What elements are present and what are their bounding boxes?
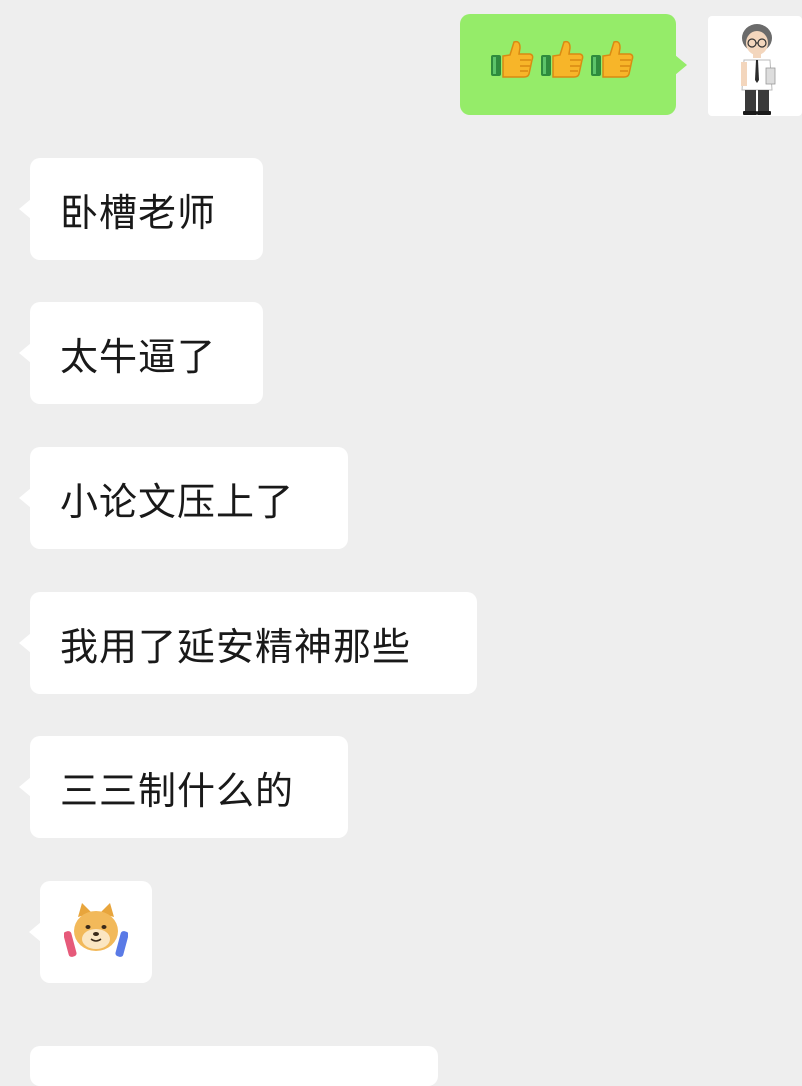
thumbs-up-icon — [541, 40, 584, 78]
message-text: 我用了延安精神那些 — [60, 624, 412, 669]
doge-sticker-icon — [64, 903, 128, 957]
message-text: 太牛逼了 — [60, 334, 217, 379]
thumbs-up-emoji-group — [490, 39, 634, 79]
outgoing-message-bubble[interactable] — [460, 14, 687, 115]
incoming-sticker-bubble[interactable] — [29, 881, 152, 983]
teacher-avatar-icon — [741, 24, 776, 115]
incoming-message-bubble[interactable]: 太牛逼了 — [19, 302, 263, 404]
message-text: 卧槽老师 — [60, 190, 217, 235]
incoming-message-bubble-partial[interactable] — [30, 1046, 438, 1086]
message-text: 小论文压上了 — [60, 479, 295, 524]
avatar[interactable] — [708, 16, 802, 116]
thumbs-up-icon — [491, 40, 534, 78]
message-text: 三三制什么的 — [60, 768, 295, 813]
incoming-message-bubble[interactable]: 我用了延安精神那些 — [19, 592, 477, 694]
incoming-message-bubble[interactable]: 小论文压上了 — [19, 447, 348, 549]
incoming-message-bubble[interactable]: 卧槽老师 — [19, 158, 263, 260]
incoming-message-bubble[interactable]: 三三制什么的 — [19, 736, 348, 838]
thumbs-up-icon — [591, 40, 634, 78]
